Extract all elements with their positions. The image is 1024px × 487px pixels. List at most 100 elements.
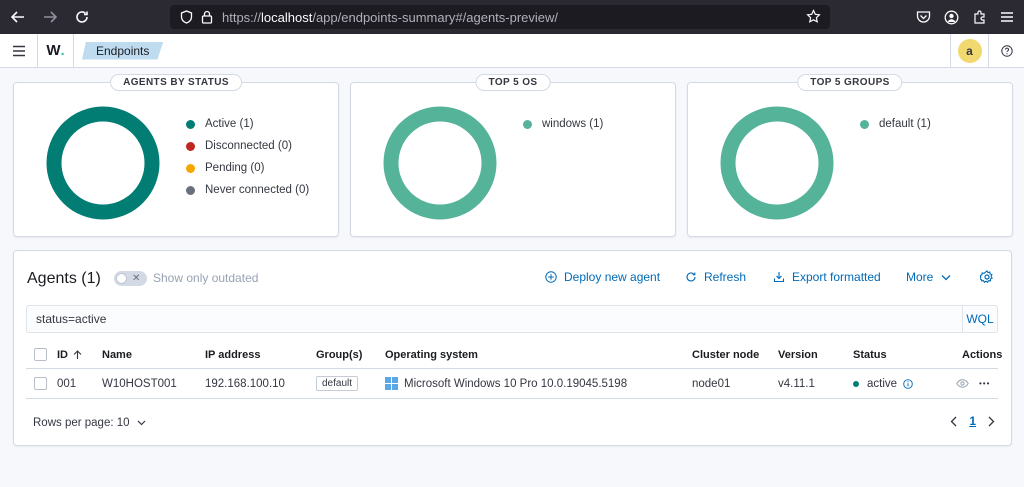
status-donut-chart[interactable] [46,106,160,220]
url-host: localhost [261,9,313,25]
legend-item-default[interactable]: default (1) [860,113,931,135]
table-row[interactable]: 001 W10HOST001 192.168.100.10 default Mi… [26,369,998,399]
column-label: ID [57,348,68,361]
legend-label: Active (1) [205,118,254,130]
status-legend: Active (1) Disconnected (0) Pending (0) … [186,113,309,201]
legend-label: windows (1) [542,118,604,130]
chevron-down-icon [137,420,146,426]
groups-donut-chart[interactable] [720,106,834,220]
logo-letter: W [46,42,61,59]
browser-toolbar: https://localhost/app/endpoints-summary#… [0,0,1024,34]
legend-swatch [860,119,869,129]
more-label: More [906,270,934,284]
legend-item-active[interactable]: Active (1) [186,113,309,135]
lock-icon [200,9,214,25]
hamburger-icon [12,45,25,56]
legend-swatch [186,163,195,173]
previous-page-button[interactable] [950,416,957,427]
legend-item-windows[interactable]: windows (1) [523,113,603,135]
info-icon[interactable] [903,378,913,389]
legend-item-pending[interactable]: Pending (0) [186,157,309,179]
os-legend: windows (1) [523,113,603,135]
view-details-button[interactable] [956,369,969,398]
status-label: active [867,377,898,390]
url-text: https://localhost/app/endpoints-summary#… [222,10,558,25]
rows-per-page-label: Rows per page: 10 [33,417,130,429]
refresh-button[interactable]: Refresh [685,270,746,284]
agent-group: default [316,369,359,398]
url-path: /app/endpoints-summary#/agents-preview/ [312,9,559,25]
panel-title: AGENTS BY STATUS [110,74,242,91]
select-all-checkbox[interactable] [34,341,47,368]
outdated-toggle[interactable]: ✕ [114,271,147,286]
help-icon [1000,45,1013,57]
address-bar[interactable]: https://localhost/app/endpoints-summary#… [170,5,830,29]
column-header-version[interactable]: Version [778,341,818,368]
app-logo[interactable]: W. [38,33,74,68]
page-button-1[interactable]: 1 [969,414,976,428]
refresh-icon [685,271,697,283]
row-checkbox[interactable] [34,369,47,398]
column-header-status[interactable]: Status [853,341,887,368]
agents-by-status-panel: AGENTS BY STATUS Active (1) Disconnected… [13,74,339,237]
legend-item-never-connected[interactable]: Never connected (0) [186,179,309,201]
agents-table-panel: Agents (1) ✕ Show only outdated Deploy n… [13,250,1012,446]
cross-icon: ✕ [132,273,141,284]
help-button[interactable] [988,34,1024,68]
extensions-icon[interactable] [968,5,990,29]
legend-label: default (1) [879,118,931,130]
next-page-button[interactable] [988,416,995,427]
browser-menu-icon[interactable] [996,5,1018,29]
agent-version: v4.11.1 [778,377,815,390]
more-actions-button[interactable]: ••• [979,369,990,398]
eye-icon [956,379,969,388]
more-button[interactable]: More [906,270,951,284]
deploy-new-agent-button[interactable]: Deploy new agent [545,270,660,284]
bookmark-star-icon[interactable] [806,9,822,25]
legend-swatch [523,119,532,129]
account-icon[interactable] [940,5,962,29]
windows-icon [385,377,398,390]
os-donut-chart[interactable] [383,106,497,220]
panel-title: TOP 5 GROUPS [797,74,903,91]
refresh-label: Refresh [704,270,747,284]
search-bar[interactable]: status=active WQL [26,305,998,333]
rows-per-page-select[interactable]: Rows per page: 10 [33,417,146,429]
gear-icon [979,270,993,284]
forward-button[interactable] [36,3,64,31]
pocket-icon[interactable] [912,5,934,29]
agents-table: ID Name IP address Group(s) Operating sy… [26,341,1002,399]
agent-id: 001 [57,377,77,390]
reload-button[interactable] [68,3,96,31]
shield-icon [178,9,194,25]
export-formatted-button[interactable]: Export formatted [773,270,881,284]
arrow-left-icon [11,11,24,23]
table-header: ID Name IP address Group(s) Operating sy… [26,341,1002,369]
arrow-right-icon [44,11,57,23]
agent-os: Microsoft Windows 10 Pro 10.0.19045.5198 [385,369,627,398]
agent-node: node01 [692,377,731,390]
legend-swatch [186,119,195,129]
breadcrumb-endpoints[interactable]: Endpoints [82,42,163,60]
column-header-ip[interactable]: IP address [205,341,260,368]
os-label: Microsoft Windows 10 Pro 10.0.19045.5198 [404,377,628,390]
legend-swatch [186,141,195,151]
column-header-name[interactable]: Name [102,341,132,368]
column-header-os[interactable]: Operating system [385,341,478,368]
search-input[interactable]: status=active [36,312,106,326]
logo-dot: . [60,42,65,59]
app-menu-button[interactable] [0,33,38,68]
agent-ip: 192.168.100.10 [205,377,285,390]
back-button[interactable] [4,3,32,31]
column-header-id[interactable]: ID [57,341,82,368]
reload-icon [76,11,88,23]
user-menu[interactable]: a [950,34,988,68]
group-badge[interactable]: default [316,376,359,391]
table-settings-button[interactable] [979,270,994,287]
wql-button[interactable]: WQL [962,306,997,332]
agent-status: active [853,369,913,398]
legend-item-disconnected[interactable]: Disconnected (0) [186,135,309,157]
app-header: W. Endpoints a [0,33,1024,68]
column-header-groups[interactable]: Group(s) [316,341,362,368]
column-header-node[interactable]: Cluster node [692,341,759,368]
